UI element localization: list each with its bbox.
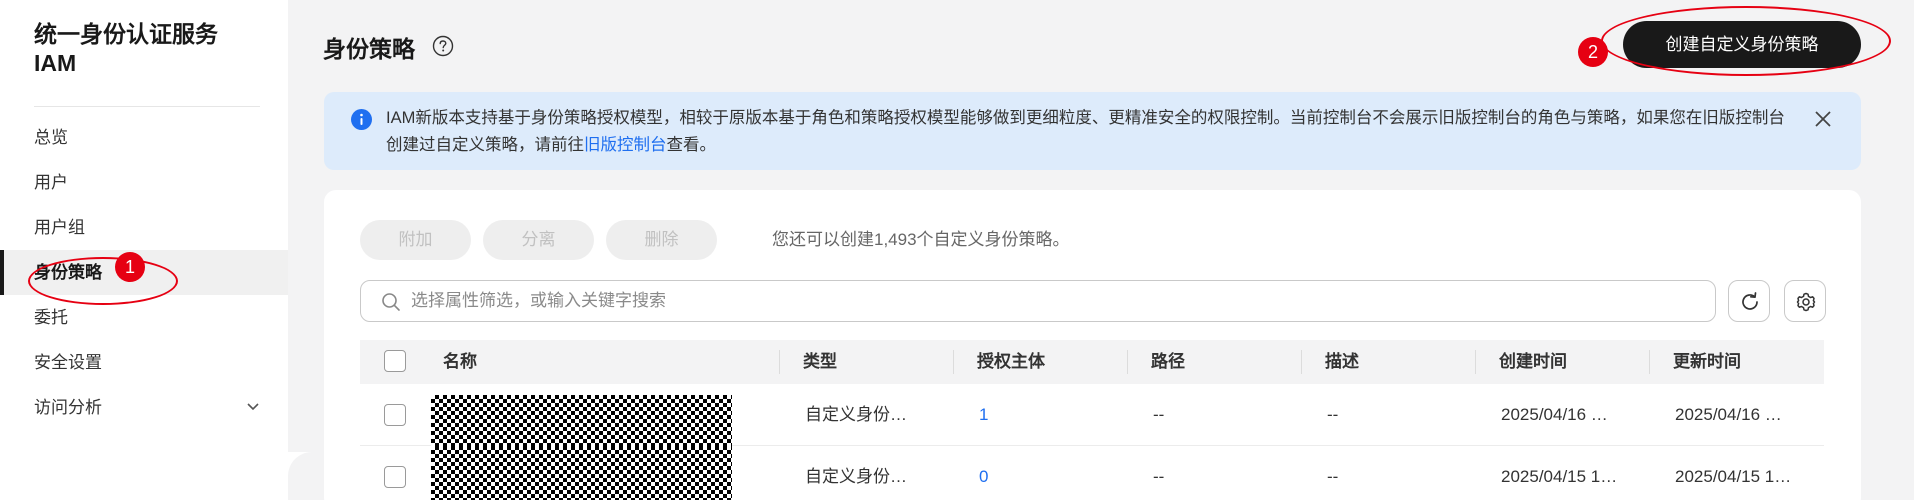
sidebar-item-label: 访问分析	[34, 398, 102, 417]
search-icon	[382, 293, 400, 311]
banner-message: IAM新版本支持基于身份策略授权模型，相较于原版本基于角色和策略授权模型能够做到…	[386, 105, 1786, 159]
sidebar-item-security-settings[interactable]: 安全设置	[0, 340, 288, 385]
cell-description: --	[1327, 405, 1339, 424]
column-header-description[interactable]: 描述	[1325, 340, 1359, 384]
cell-principals-link[interactable]: 1	[979, 384, 988, 446]
column-divider	[1475, 350, 1476, 374]
create-custom-policy-button[interactable]: 创建自定义身份策略	[1623, 21, 1861, 68]
table-header: 名称 类型 授权主体 路径 描述 创建时间 更新时间	[360, 340, 1824, 384]
redacted-policy-name	[431, 446, 732, 500]
refresh-button[interactable]	[1728, 280, 1770, 322]
policy-table: 名称 类型 授权主体 路径 描述 创建时间 更新时间 自定义身份… 1 -- -…	[360, 340, 1824, 500]
brand-name: 统一身份认证服务	[34, 21, 218, 47]
cell-type: 自定义身份…	[805, 467, 907, 486]
sidebar-item-user-groups[interactable]: 用户组	[0, 205, 288, 250]
cell-path: --	[1153, 405, 1165, 424]
cell-description: --	[1327, 467, 1339, 486]
attach-button[interactable]: 附加	[360, 220, 471, 260]
table-row[interactable]: 自定义身份… 0 -- -- 2025/04/15 1… 2025/04/15 …	[360, 446, 1824, 500]
cell-updated-time: 2025/04/16 …	[1675, 405, 1782, 424]
column-header-principals[interactable]: 授权主体	[977, 340, 1045, 384]
cell-updated-time: 2025/04/15 1…	[1675, 467, 1792, 486]
select-all-checkbox[interactable]	[384, 350, 406, 372]
banner-text-end: 查看。	[666, 136, 717, 154]
sidebar-item-access-analysis[interactable]: 访问分析	[0, 385, 288, 430]
refresh-icon	[1742, 292, 1758, 310]
column-header-name[interactable]: 名称	[443, 340, 477, 384]
page-title: 身份策略	[323, 36, 415, 62]
cell-created-time: 2025/04/15 1…	[1501, 467, 1618, 486]
cell-type: 自定义身份…	[805, 405, 907, 424]
sidebar-nav: 总览 用户 用户组 身份策略 委托 安全设置 访问分析	[0, 115, 288, 430]
divider	[34, 106, 260, 107]
brand-title: 统一身份认证服务 IAM	[34, 20, 218, 78]
brand-subtitle: IAM	[34, 50, 77, 76]
detach-button[interactable]: 分离	[483, 220, 594, 260]
annotation-badge-1: 1	[115, 252, 145, 282]
column-divider	[779, 350, 780, 374]
info-icon	[351, 109, 372, 130]
sidebar: 统一身份认证服务 IAM 总览 用户 用户组 身份策略 委托 安全设置 访问分析	[0, 0, 288, 500]
help-icon[interactable]	[432, 35, 454, 57]
column-divider	[1301, 350, 1302, 374]
row-checkbox[interactable]	[384, 466, 406, 488]
gear-icon	[1796, 292, 1816, 312]
column-header-path[interactable]: 路径	[1151, 340, 1185, 384]
column-header-created[interactable]: 创建时间	[1499, 340, 1567, 384]
column-header-type[interactable]: 类型	[803, 340, 837, 384]
search-input[interactable]	[411, 281, 1701, 321]
delete-button[interactable]: 删除	[606, 220, 717, 260]
policy-list-card: 附加 分离 删除 您还可以创建1,493个自定义身份策略。 名称 类型 授权主体	[324, 190, 1861, 500]
quota-text: 您还可以创建1,493个自定义身份策略。	[772, 230, 1070, 249]
sidebar-item-users[interactable]: 用户	[0, 160, 288, 205]
column-divider	[1127, 350, 1128, 374]
column-divider	[1649, 350, 1650, 374]
column-header-updated[interactable]: 更新时间	[1673, 340, 1741, 384]
sidebar-item-overview[interactable]: 总览	[0, 115, 288, 160]
cell-principals-link[interactable]: 0	[979, 446, 988, 500]
info-banner: IAM新版本支持基于身份策略授权模型，相较于原版本基于角色和策略授权模型能够做到…	[324, 92, 1861, 170]
chevron-down-icon	[247, 403, 259, 411]
settings-button[interactable]	[1784, 280, 1826, 322]
sidebar-item-agencies[interactable]: 委托	[0, 295, 288, 340]
column-divider	[953, 350, 954, 374]
sidebar-item-identity-policies[interactable]: 身份策略	[0, 250, 288, 295]
cell-created-time: 2025/04/16 …	[1501, 405, 1608, 424]
table-row[interactable]: 自定义身份… 1 -- -- 2025/04/16 … 2025/04/16 …	[360, 384, 1824, 446]
row-checkbox[interactable]	[384, 404, 406, 426]
redacted-policy-name	[431, 395, 732, 446]
annotation-badge-2: 2	[1578, 37, 1608, 67]
cell-path: --	[1153, 467, 1165, 486]
close-icon[interactable]	[1811, 107, 1835, 131]
search-box[interactable]	[360, 280, 1716, 322]
legacy-console-link[interactable]: 旧版控制台	[584, 136, 667, 154]
